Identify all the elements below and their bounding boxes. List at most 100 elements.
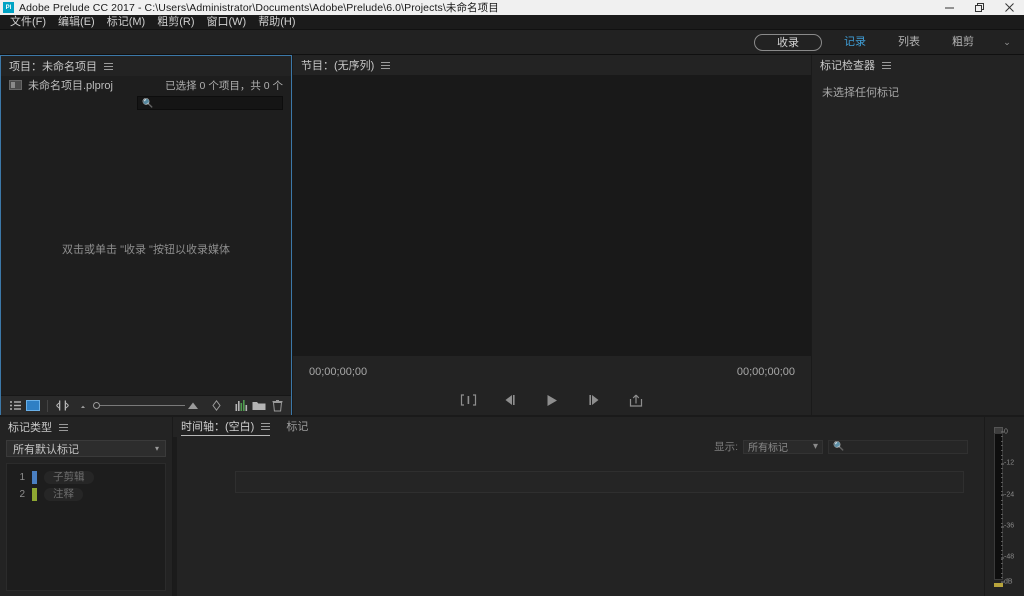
panel-menu-icon[interactable] <box>104 63 113 70</box>
meter-minor-tick <box>1001 473 1003 474</box>
mark-in-out-icon[interactable] <box>458 391 478 409</box>
project-search-input[interactable] <box>153 97 282 109</box>
menu-bar: 文件(F) 编辑(E) 标记(M) 粗剪(R) 窗口(W) 帮助(H) <box>0 15 1024 30</box>
panel-menu-icon[interactable] <box>59 424 68 431</box>
meter-tick-db: dB <box>1004 578 1013 585</box>
meter-minor-tick <box>1001 568 1003 569</box>
project-file[interactable]: 未命名项目.plproj <box>9 77 113 93</box>
project-search-box[interactable]: 🔍 <box>137 96 283 110</box>
workspace-tab-logging[interactable]: 记录 <box>828 30 882 55</box>
meter-minor-tick <box>1001 514 1003 515</box>
project-search-wrap: 🔍 <box>1 96 291 110</box>
step-forward-icon[interactable] <box>584 391 604 409</box>
transition-icon[interactable] <box>53 398 71 414</box>
chevron-down-icon: ▾ <box>155 444 159 453</box>
panel-menu-icon[interactable] <box>381 62 390 69</box>
workspace-tabs: 收录 记录 列表 粗剪 ⌄ <box>748 30 1024 55</box>
workspace-bar: 收录 记录 列表 粗剪 ⌄ <box>0 30 1024 55</box>
project-file-icon <box>9 80 22 90</box>
marker-preset-select[interactable]: 所有默认标记 ▾ <box>6 440 166 457</box>
meter-minor-tick <box>1001 464 1003 465</box>
monitor-panel: 节目：(无序列) 00;00;00;00 00;00;00;00 <box>293 55 811 416</box>
divider-timeline-meter[interactable] <box>984 417 985 596</box>
step-back-icon[interactable] <box>500 391 520 409</box>
marker-type-label: 注释 <box>44 488 83 501</box>
restore-button[interactable] <box>964 0 994 15</box>
menu-item-window[interactable]: 窗口(W) <box>201 15 253 30</box>
workspace-tab-rough-cut[interactable]: 粗剪 <box>936 30 990 55</box>
meter-minor-tick <box>1001 495 1003 496</box>
divider-markertypes-timeline[interactable] <box>172 417 173 596</box>
marker-filter-select[interactable]: 所有标记 ▾ <box>743 440 823 454</box>
meter-minor-tick <box>1001 518 1003 519</box>
list-item[interactable]: 2 注释 <box>7 486 165 503</box>
current-timecode[interactable]: 00;00;00;00 <box>309 366 367 382</box>
panel-menu-icon[interactable] <box>882 62 891 69</box>
monitor-panel-title: 节目：(无序列) <box>301 57 374 73</box>
meter-tick-24: -24 <box>1004 491 1014 498</box>
close-button[interactable] <box>994 0 1024 15</box>
slider-track[interactable] <box>100 405 185 406</box>
marker-type-label: 子剪辑 <box>44 471 94 484</box>
panel-menu-icon[interactable] <box>261 423 270 430</box>
meter-minor-tick <box>1001 559 1003 560</box>
meter-tick-12: -12 <box>1004 460 1014 467</box>
meter-minor-tick <box>1001 477 1003 478</box>
meter-minor-tick <box>1001 523 1003 524</box>
thumbnail-view-icon[interactable] <box>24 398 42 414</box>
export-icon[interactable] <box>626 391 646 409</box>
divider-project-monitor[interactable] <box>292 55 293 416</box>
play-icon[interactable] <box>542 391 562 409</box>
new-folder-icon[interactable] <box>250 398 268 414</box>
audio-meter-scale: 0 -12 -24 -36 -48 dB <box>1004 427 1024 588</box>
menu-item-help[interactable]: 帮助(H) <box>252 15 301 30</box>
meter-minor-tick <box>1001 455 1003 456</box>
divider-monitor-inspector[interactable] <box>811 55 812 416</box>
meter-minor-tick <box>1001 504 1003 505</box>
marker-type-number: 2 <box>15 489 25 500</box>
menu-item-marker[interactable]: 标记(M) <box>101 15 152 30</box>
meter-minor-tick <box>1001 491 1003 492</box>
slider-knob[interactable] <box>93 402 100 409</box>
list-view-icon[interactable] <box>6 398 24 414</box>
marker-preset-wrap: 所有默认标记 ▾ <box>0 437 172 457</box>
meter-minor-tick <box>1001 436 1003 437</box>
list-item[interactable]: 1 子剪辑 <box>7 469 165 486</box>
meter-minor-tick <box>1001 432 1003 433</box>
meter-minor-tick <box>1001 509 1003 510</box>
chevron-down-icon[interactable]: ⌄ <box>990 30 1024 55</box>
timeline-search-input[interactable] <box>844 441 967 453</box>
workspace-tab-list[interactable]: 列表 <box>882 30 936 55</box>
tab-markers[interactable]: 标记 <box>286 417 308 437</box>
minimize-button[interactable] <box>934 0 964 15</box>
audio-meter-peak <box>994 583 1003 587</box>
window-controls <box>934 0 1024 15</box>
meter-minor-tick <box>1001 445 1003 446</box>
workspace-tab-ingest[interactable]: 收录 <box>754 34 822 51</box>
menu-item-file[interactable]: 文件(F) <box>4 15 52 30</box>
menu-item-edit[interactable]: 编辑(E) <box>52 15 101 30</box>
duration-timecode[interactable]: 00;00;00;00 <box>737 366 795 382</box>
monitor-transport-controls <box>293 389 811 411</box>
audio-meter-panel: 0 -12 -24 -36 -48 dB <box>985 417 1024 596</box>
filter-label: 显示: <box>714 439 738 454</box>
timeline-track-area[interactable] <box>235 471 964 493</box>
tab-timeline[interactable]: 时间轴：(空白) <box>181 418 270 436</box>
delete-icon[interactable] <box>268 398 286 414</box>
project-file-row: 未命名项目.plproj 已选择 0 个项目，共 0 个 <box>1 76 291 94</box>
marker-inspector-empty-text: 未选择任何标记 <box>812 75 1024 109</box>
timeline-tabs: 时间轴：(空白) 标记 <box>173 417 984 437</box>
menu-item-rough-cut[interactable]: 粗剪(R) <box>151 15 200 30</box>
divider-horizontal[interactable] <box>0 415 1024 417</box>
timeline-search-box[interactable]: 🔍 <box>828 440 968 454</box>
meter-minor-tick <box>1001 500 1003 501</box>
project-panel: 项目：未命名项目 未命名项目.plproj 已选择 0 个项目，共 0 个 🔍 … <box>0 55 292 416</box>
tab-timeline-label: 时间轴：(空白) <box>181 417 254 437</box>
sort-icon[interactable] <box>207 398 225 414</box>
marker-type-number: 1 <box>15 472 25 483</box>
title-bar: Pl Adobe Prelude CC 2017 - C:\Users\Admi… <box>0 0 1024 15</box>
project-panel-title: 项目：未命名项目 <box>9 58 97 74</box>
monitor-video-stage[interactable] <box>293 75 811 356</box>
thumbnail-size-slider[interactable] <box>75 398 203 414</box>
metadata-icon[interactable] <box>232 398 250 414</box>
